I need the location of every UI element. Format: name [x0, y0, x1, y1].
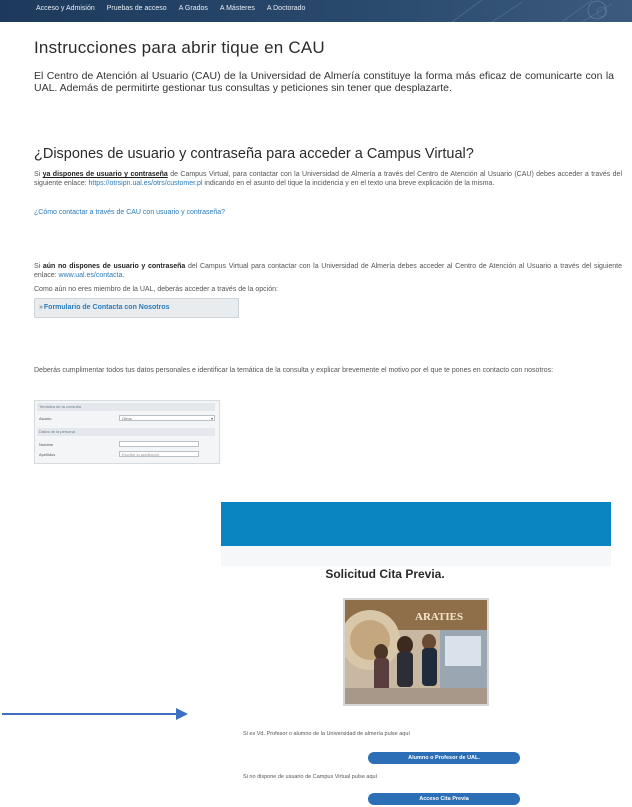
contacta-link[interactable]: www.ual.es/contacta — [59, 272, 123, 279]
intro-paragraph: El Centro de Atención al Usuario (CAU) d… — [34, 70, 614, 94]
non-member-note: Como aún no eres miembro de la UAL, debe… — [34, 286, 278, 293]
photo-sign-text: ARATIES — [415, 611, 463, 623]
panel-header-bar — [221, 502, 611, 546]
p2-prefix: Si — [34, 263, 43, 270]
form-label-nombre: Nombre — [39, 442, 54, 447]
chevron-right-icon: » — [39, 304, 43, 311]
p2-bold: aún no dispones de usuario y contraseña — [42, 263, 186, 270]
form-select-value: Otros — [122, 416, 132, 421]
form-input-nombre — [119, 441, 199, 447]
paragraph-without-account: Si aún no dispones de usuario y contrase… — [34, 262, 622, 280]
nav-item-grados[interactable]: A Grados — [173, 4, 214, 13]
paragraph-with-account: Si ya dispones de usuario y contraseña d… — [34, 170, 622, 188]
cita-previa-title: Solicitud Cita Previa. — [0, 567, 610, 581]
teacher-student-note: Si es Vd. Profesor o alumno de la Univer… — [243, 731, 410, 737]
nav-item-pruebas-acceso[interactable]: Pruebas de acceso — [101, 4, 173, 13]
chevron-down-icon: ▾ — [210, 416, 213, 421]
alumno-profesor-button[interactable]: Alumno o Profesor de UAL. — [368, 752, 520, 764]
form-select-asunto: Otros ▾ — [119, 415, 215, 421]
nav-decoration — [451, 0, 613, 22]
panel-separator — [221, 546, 611, 566]
nav-menu: Acceso y Admisión Pruebas de acceso A Gr… — [30, 4, 311, 13]
p1-prefix: Si — [34, 171, 43, 178]
form-label-asunto: Asunto — [39, 416, 52, 421]
how-to-contact-link[interactable]: ¿Cómo contactar a través de CAU con usua… — [34, 209, 225, 216]
form-section-datos: Datos de la persona — [37, 428, 215, 436]
page-title: Instrucciones para abrir tique en CAU — [34, 38, 325, 57]
form-label-apellidos: Apellidos — [39, 452, 56, 457]
arrow-right-icon — [2, 708, 188, 720]
fill-data-paragraph: Deberás cumplimentar todos tus datos per… — [34, 367, 554, 374]
top-nav-bar: Acceso y Admisión Pruebas de acceso A Gr… — [0, 0, 632, 22]
section-heading: ¿Dispones de usuario y contraseña para a… — [34, 146, 474, 162]
form-input-apellidos: Escribe tu apellido(s) — [119, 451, 199, 457]
nav-item-acceso-admision[interactable]: Acceso y Admisión — [30, 4, 101, 13]
p2-suffix: . — [122, 272, 125, 279]
acceso-cita-previa-button[interactable]: Acceso Cita Previa — [368, 793, 520, 805]
nav-item-masteres[interactable]: A Másteres — [214, 4, 261, 13]
office-photo: ARATIES — [343, 598, 489, 706]
form-preview-image: Temática de la consulta Asunto Otros ▾ Da… — [34, 400, 220, 464]
p1-suffix: indicando en el asunto del tique la inci… — [202, 180, 495, 187]
nav-item-doctorado[interactable]: A Doctorado — [261, 4, 312, 13]
contact-form-button[interactable]: »Formulario de Contacta con Nosotros — [34, 298, 239, 318]
no-account-note: Si no dispone de usuario de Campus Virtu… — [243, 774, 378, 780]
p1-bold: ya dispones de usuario y contraseña — [42, 171, 168, 178]
office-photo-illustration: ARATIES — [345, 600, 487, 704]
contact-form-label: Formulario de Contacta con Nosotros — [43, 304, 170, 311]
otrs-link[interactable]: https://otrsipn.ual.es/otrs/customer.pl — [88, 180, 202, 187]
form-section-tematica: Temática de la consulta — [37, 403, 215, 411]
cita-title-text: Solicitud Cita Previa. — [325, 567, 445, 581]
